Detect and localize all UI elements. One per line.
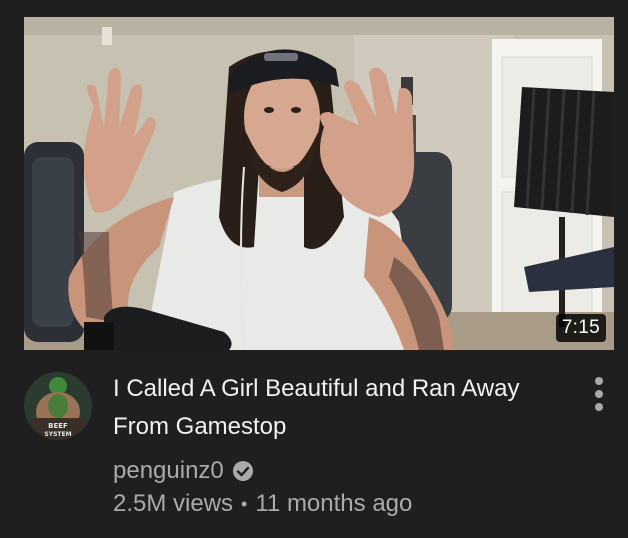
metadata-separator: •	[241, 493, 248, 514]
thumbnail-image	[24, 17, 614, 350]
channel-avatar[interactable]: BEEF SYSTEM	[24, 372, 92, 440]
duration-badge: 7:15	[555, 314, 606, 342]
video-thumbnail[interactable]: 7:15	[24, 17, 614, 350]
upload-age: 11 months ago	[255, 490, 413, 517]
avatar-text-line-2: SYSTEM	[44, 431, 71, 438]
avatar-image: BEEF SYSTEM	[24, 372, 92, 440]
channel-name[interactable]: penguinz0	[113, 457, 224, 485]
avatar-text-line-1: BEEF	[48, 422, 68, 430]
channel-row: penguinz0	[113, 455, 254, 487]
verified-check-icon	[232, 460, 254, 482]
video-card[interactable]: 7:15 BEEF SYSTEM I Called A Girl Beautif…	[0, 0, 628, 538]
more-vert-icon	[595, 377, 603, 411]
video-metadata: 2.5M views • 11 months ago	[113, 490, 412, 518]
view-count: 2.5M views	[113, 490, 234, 517]
more-actions-button[interactable]	[584, 374, 614, 414]
video-title[interactable]: I Called A Girl Beautiful and Ran Away F…	[113, 370, 573, 446]
